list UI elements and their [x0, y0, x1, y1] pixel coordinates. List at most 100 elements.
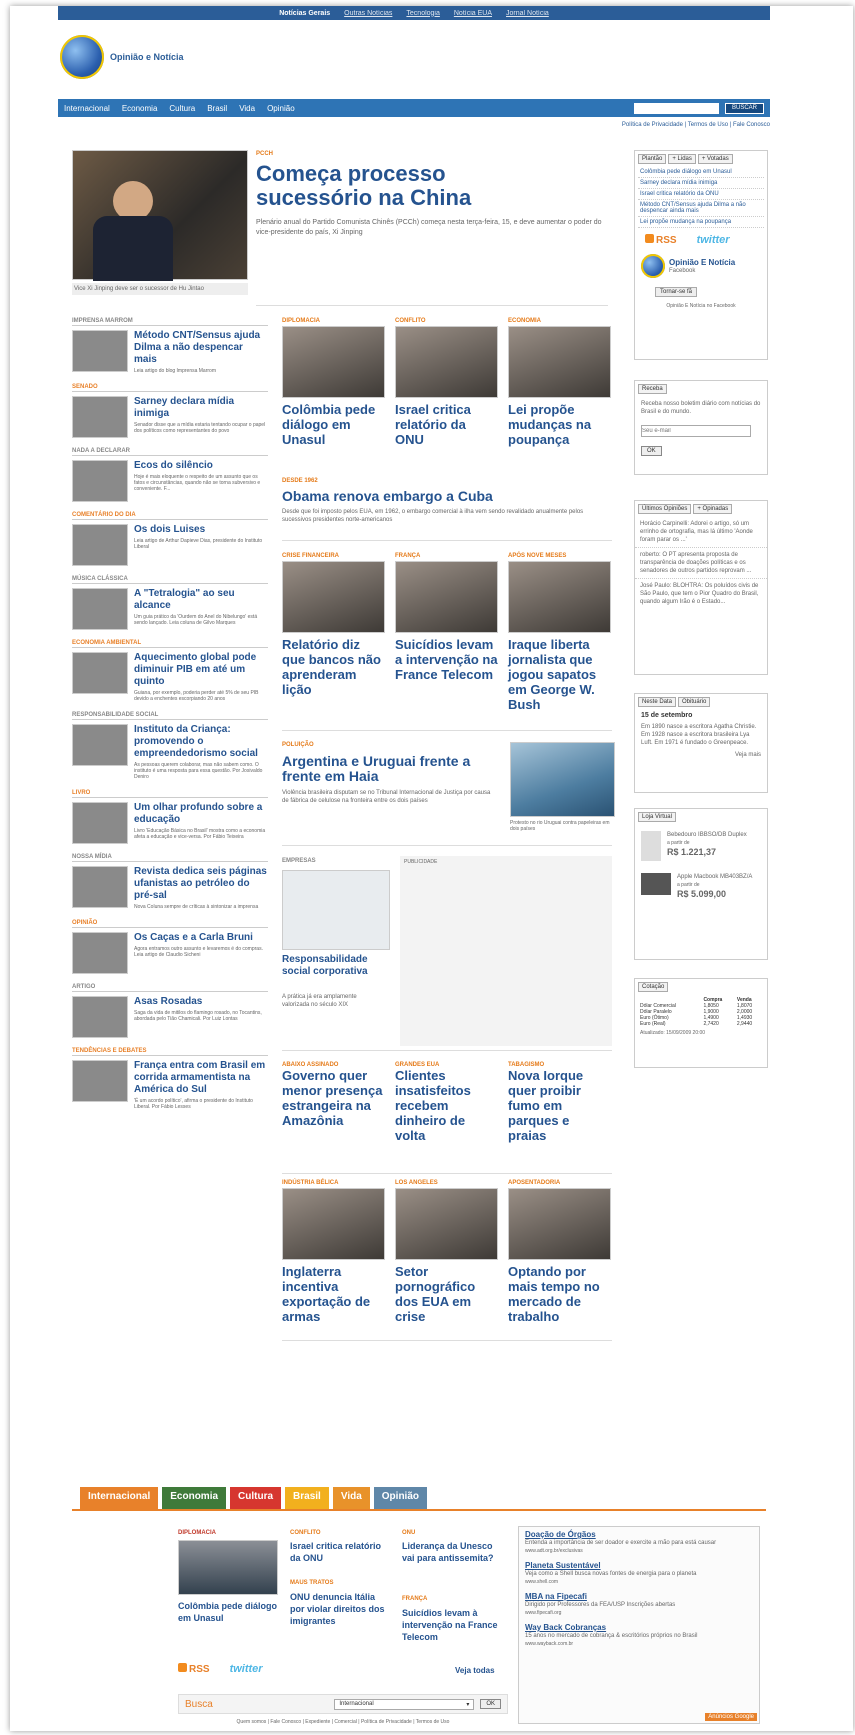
- left-story-title[interactable]: Os dois Luises: [134, 524, 268, 536]
- nav-item-opiniao[interactable]: Opinião: [267, 104, 295, 113]
- bottom-tab[interactable]: Opinião: [373, 1487, 428, 1509]
- ads-google-label[interactable]: Anúncios Google: [705, 1713, 757, 1721]
- tab-loja[interactable]: Loja Virtual: [638, 812, 676, 822]
- lead-title[interactable]: Começa processo sucessório na China: [256, 162, 516, 210]
- left-story-title[interactable]: Um olhar profundo sobre a educação: [134, 802, 268, 826]
- tab-plantao[interactable]: Plantão: [638, 154, 667, 164]
- nav-item-cultura[interactable]: Cultura: [169, 104, 195, 113]
- story-photo[interactable]: [282, 561, 385, 633]
- email-field[interactable]: [641, 425, 751, 437]
- left-story-photo[interactable]: [72, 802, 128, 844]
- nav-item-brasil[interactable]: Brasil: [207, 104, 227, 113]
- see-all-link[interactable]: Veja todas: [455, 1666, 495, 1675]
- empresas-title[interactable]: Responsabilidade social corporativa: [282, 954, 392, 978]
- tab-votadas[interactable]: + Votadas: [697, 154, 733, 164]
- bottom-title[interactable]: Liderança da Unesco vai para antissemita…: [402, 1540, 502, 1564]
- ad-title[interactable]: Planeta Sustentável: [525, 1561, 753, 1570]
- bottom-tab[interactable]: Economia: [162, 1487, 227, 1509]
- comment-item[interactable]: roberto: O PT apresenta proposta de tran…: [635, 548, 767, 579]
- site-logo[interactable]: Opinião e Notícia: [60, 32, 230, 82]
- left-story-title[interactable]: Aquecimento global pode diminuir PIB em …: [134, 652, 268, 688]
- plantao-item[interactable]: Colômbia pede diálogo em Unasul: [638, 167, 764, 178]
- ad-item[interactable]: Doação de Órgãos Entenda a importância d…: [519, 1527, 759, 1558]
- tab-cotacao[interactable]: Cotação: [638, 982, 669, 992]
- bottom-tab[interactable]: Cultura: [230, 1487, 282, 1509]
- story-title[interactable]: Relatório diz que bancos não aprenderam …: [282, 637, 385, 697]
- left-story-photo[interactable]: [72, 330, 128, 372]
- ad-item[interactable]: Planeta Sustentável Veja como a Shell bu…: [519, 1558, 759, 1589]
- left-story-title[interactable]: A "Tetralogia" ao seu alcance: [134, 588, 268, 612]
- comment-item[interactable]: Horácio Carpinelli: Adorei o artigo, só …: [635, 517, 767, 548]
- left-story-title[interactable]: França entra com Brasil em corrida armam…: [134, 1060, 268, 1096]
- story-title[interactable]: Iraque liberta jornalista que jogou sapa…: [508, 637, 611, 712]
- story-title[interactable]: Governo quer menor presença estrangeira …: [282, 1068, 385, 1128]
- ad-title[interactable]: MBA na Fipecafi: [525, 1592, 753, 1601]
- bottom-title[interactable]: Colômbia pede diálogo em Unasul: [178, 1600, 283, 1624]
- haia-title[interactable]: Argentina e Uruguai frente a frente em H…: [282, 754, 492, 784]
- footer-links[interactable]: Quem somos | Fale Conosco | Expediente |…: [178, 1718, 508, 1726]
- left-story-photo[interactable]: [72, 724, 128, 766]
- story-title[interactable]: Optando por mais tempo no mercado de tra…: [508, 1264, 611, 1324]
- topbar-link[interactable]: Jornal Notícia: [506, 10, 549, 17]
- tab-ultimas[interactable]: Últimos Opiniões: [638, 504, 692, 514]
- tab-obituario[interactable]: Obituário: [678, 697, 711, 707]
- left-story-photo[interactable]: [72, 996, 128, 1038]
- bottom-title[interactable]: Suicídios levam à intervenção na France …: [402, 1607, 502, 1643]
- rss-link[interactable]: RSS: [178, 1663, 210, 1675]
- left-story-title[interactable]: Método CNT/Sensus ajuda Dilma a não desp…: [134, 330, 268, 366]
- cuba-title[interactable]: Obama renova embargo a Cuba: [282, 489, 612, 504]
- search-input[interactable]: [633, 102, 719, 114]
- bottom-title[interactable]: ONU denuncia Itália por violar direitos …: [290, 1591, 390, 1627]
- haia-photo[interactable]: [510, 742, 615, 817]
- story-photo[interactable]: [395, 1188, 498, 1260]
- story-title[interactable]: Clientes insatisfeitos recebem dinheiro …: [395, 1068, 498, 1143]
- story-photo[interactable]: [282, 326, 385, 398]
- story-title[interactable]: Nova Iorque quer proibir fumo em parques…: [508, 1068, 611, 1143]
- bottom-tab[interactable]: Brasil: [285, 1487, 329, 1509]
- nav-item-internacional[interactable]: Internacional: [64, 104, 110, 113]
- left-story-photo[interactable]: [72, 932, 128, 974]
- left-story-photo[interactable]: [72, 396, 128, 438]
- topbar-link[interactable]: Tecnologia: [406, 10, 439, 17]
- nav-item-vida[interactable]: Vida: [239, 104, 255, 113]
- topbar-link[interactable]: Notícia EUA: [454, 10, 492, 17]
- ad-title[interactable]: Doação de Órgãos: [525, 1530, 753, 1539]
- story-title[interactable]: Suicídios levam a intervenção na France …: [395, 637, 498, 682]
- story-photo[interactable]: [508, 561, 611, 633]
- story-title[interactable]: Setor pornográfico dos EUA em crise: [395, 1264, 498, 1324]
- left-story-photo[interactable]: [72, 652, 128, 694]
- left-story-photo[interactable]: [72, 460, 128, 502]
- story-title[interactable]: Inglaterra incentiva exportação de armas: [282, 1264, 385, 1324]
- left-story-photo[interactable]: [72, 524, 128, 566]
- left-story-title[interactable]: Asas Rosadas: [134, 996, 268, 1008]
- twitter-link[interactable]: twitter: [230, 1663, 263, 1675]
- ad-title[interactable]: Way Back Cobranças: [525, 1623, 753, 1632]
- topbar-link[interactable]: Outras Notícias: [344, 10, 392, 17]
- plantao-item[interactable]: Lei propõe mudança na poupança: [638, 217, 764, 228]
- bottom-tab[interactable]: Internacional: [80, 1487, 159, 1509]
- tab-receba[interactable]: Receba: [638, 384, 667, 394]
- bottom-feature-photo[interactable]: [178, 1540, 278, 1595]
- search-button[interactable]: BUSCAR: [724, 102, 764, 114]
- tab-opinadas[interactable]: + Opinadas: [693, 504, 733, 514]
- twitter-link[interactable]: twitter: [697, 234, 730, 246]
- story-title[interactable]: Lei propõe mudanças na poupança: [508, 402, 611, 447]
- fb-title[interactable]: Opinião E Notícia: [669, 258, 735, 267]
- newsletter-ok-button[interactable]: OK: [641, 446, 662, 456]
- story-photo[interactable]: [508, 326, 611, 398]
- comment-item[interactable]: José Paulo: BLOHTRA: Os poluídos civis d…: [635, 579, 767, 609]
- empresas-photo[interactable]: [282, 870, 390, 950]
- story-title[interactable]: Israel critica relatório da ONU: [395, 402, 498, 447]
- busca-ok-button[interactable]: OK: [480, 1699, 501, 1709]
- plantao-item[interactable]: Sarney declara mídia inimiga: [638, 178, 764, 189]
- store-item[interactable]: Bebedouro IBBSO/DB Duplex a partir de R$…: [635, 825, 767, 867]
- plantao-item[interactable]: Método CNT/Sensus ajuda Dilma a não desp…: [638, 200, 764, 217]
- story-photo[interactable]: [508, 1188, 611, 1260]
- bottom-tab[interactable]: Vida: [332, 1487, 370, 1509]
- story-photo[interactable]: [395, 561, 498, 633]
- busca-section-select[interactable]: Internacional ▾: [334, 1698, 475, 1710]
- left-story-title[interactable]: Sarney declara mídia inimiga: [134, 396, 268, 420]
- plantao-item[interactable]: Israel critica relatório da ONU: [638, 189, 764, 200]
- store-item[interactable]: Apple Macbook MB403BZ/A a partir de R$ 5…: [635, 867, 767, 905]
- left-story-title[interactable]: Revista dedica seis páginas ufanistas ao…: [134, 866, 268, 902]
